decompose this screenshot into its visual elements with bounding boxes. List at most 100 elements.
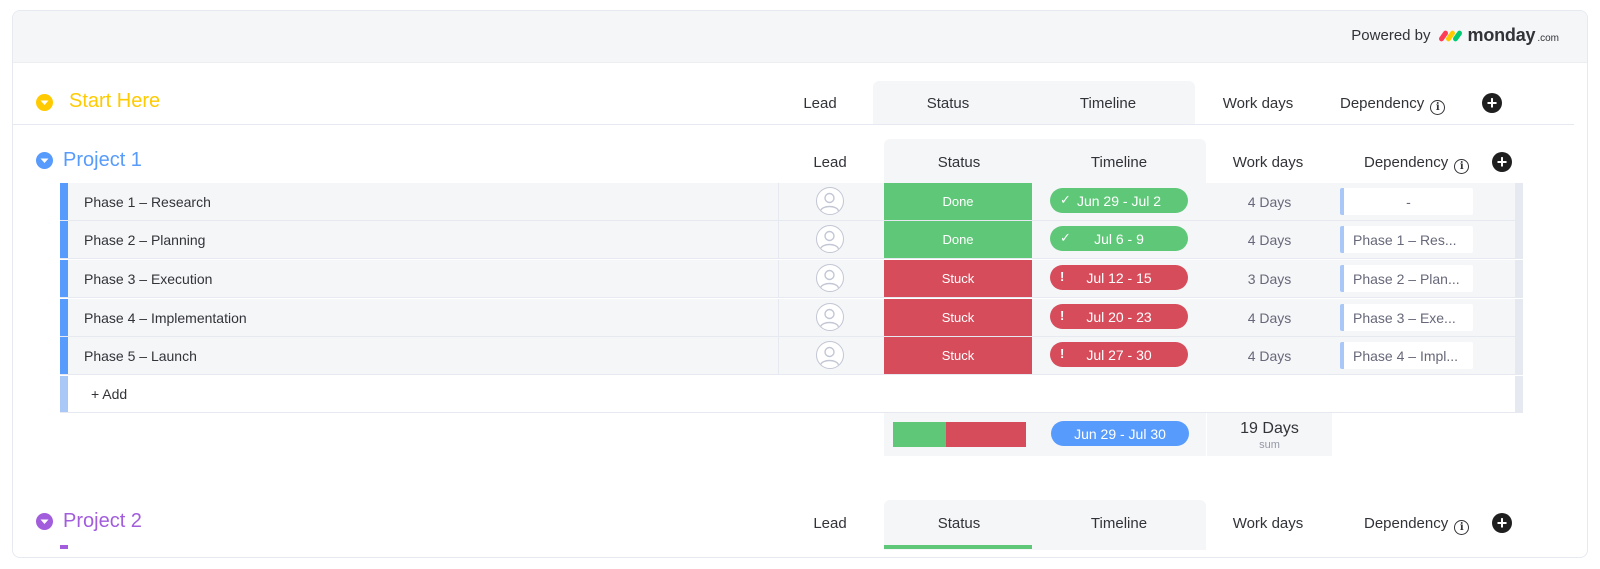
powered-by-label: Powered by xyxy=(1351,27,1431,44)
column-header-dependency[interactable]: Dependency i xyxy=(1364,154,1494,174)
column-header-dependency[interactable]: Dependency i xyxy=(1364,515,1494,535)
collapse-caret-icon[interactable] xyxy=(36,152,53,169)
collapse-caret-icon[interactable] xyxy=(36,513,53,530)
status-edge xyxy=(1022,221,1032,258)
column-header-lead[interactable]: Lead xyxy=(800,154,860,171)
lead-cell[interactable] xyxy=(778,299,883,336)
group-title-start-here[interactable]: Start Here xyxy=(69,90,160,113)
group-color-bar xyxy=(60,299,68,336)
status-peek xyxy=(884,545,1032,549)
group-title-project-2[interactable]: Project 2 xyxy=(63,510,142,533)
avatar-placeholder-icon[interactable] xyxy=(816,187,844,215)
item-name[interactable]: Phase 2 – Planning xyxy=(84,232,205,248)
dependency-label: Dependency xyxy=(1364,154,1449,171)
column-header-dependency[interactable]: Dependency i xyxy=(1340,95,1470,115)
column-header-work-days[interactable]: Work days xyxy=(1208,515,1328,532)
group-title-project-1[interactable]: Project 1 xyxy=(63,149,142,172)
timeline-value: Jul 20 - 23 xyxy=(1086,308,1152,325)
work-days-sum-caption: sum xyxy=(1259,439,1280,451)
column-header-timeline[interactable]: Timeline xyxy=(1059,515,1179,532)
group-color-bar xyxy=(60,221,68,258)
lead-cell[interactable] xyxy=(778,183,883,220)
status-cell[interactable]: Done xyxy=(884,183,1032,220)
column-header-lead[interactable]: Lead xyxy=(800,515,860,532)
status-summary-segment-done[interactable] xyxy=(893,422,947,447)
avatar-placeholder-icon[interactable] xyxy=(816,341,844,369)
dependency-cell[interactable]: Phase 3 – Exe... xyxy=(1340,304,1473,331)
info-icon[interactable]: i xyxy=(1454,159,1470,174)
warning-icon: ! xyxy=(1060,308,1065,323)
table-row[interactable]: Phase 2 – Planning Done ✓ Jul 6 - 9 4 Day… xyxy=(60,221,1523,259)
timeline-value: Jul 27 - 30 xyxy=(1086,346,1152,363)
column-header-timeline[interactable]: Timeline xyxy=(1048,95,1168,112)
column-header-timeline[interactable]: Timeline xyxy=(1059,154,1179,171)
timeline-pill[interactable]: ✓ Jun 29 - Jul 2 xyxy=(1050,188,1188,213)
lead-cell[interactable] xyxy=(778,221,883,258)
group-color-bar xyxy=(60,260,68,297)
item-name[interactable]: Phase 1 – Research xyxy=(84,194,211,210)
table-row[interactable]: Phase 4 – Implementation Stuck ! Jul 20 -… xyxy=(60,299,1523,337)
dependency-cell[interactable]: Phase 2 – Plan... xyxy=(1340,265,1473,292)
add-item-row[interactable]: + Add xyxy=(60,376,1523,413)
timeline-pill[interactable]: ! Jul 12 - 15 xyxy=(1050,265,1188,290)
add-column-icon[interactable]: + xyxy=(1482,93,1502,113)
status-edge xyxy=(1022,337,1032,374)
status-cell[interactable]: Stuck xyxy=(884,260,1032,297)
work-days-cell[interactable]: 3 Days xyxy=(1207,260,1332,297)
work-days-summary[interactable]: 19 Days sum xyxy=(1207,413,1332,456)
row-end xyxy=(1515,299,1523,336)
work-days-cell[interactable]: 4 Days xyxy=(1207,221,1332,258)
group-color-bar xyxy=(60,376,68,412)
lead-cell[interactable] xyxy=(778,337,883,374)
timeline-pill[interactable]: ✓ Jul 6 - 9 xyxy=(1050,226,1188,251)
avatar-placeholder-icon[interactable] xyxy=(816,303,844,331)
table-row[interactable]: Phase 5 – Launch Stuck ! Jul 27 - 30 4 Da… xyxy=(60,337,1523,375)
avatar-placeholder-icon[interactable] xyxy=(816,225,844,253)
info-icon[interactable]: i xyxy=(1430,100,1446,115)
add-item-button[interactable]: + Add xyxy=(91,386,127,402)
timeline-pill[interactable]: ! Jul 27 - 30 xyxy=(1050,342,1188,367)
divider xyxy=(12,124,1574,125)
top-bar: Powered by monday .com xyxy=(13,11,1587,63)
table-row[interactable]: Phase 1 – Research Done ✓ Jun 29 - Jul 2 … xyxy=(60,183,1523,221)
work-days-cell[interactable]: 4 Days xyxy=(1207,183,1332,220)
check-icon: ✓ xyxy=(1060,230,1071,245)
dependency-cell[interactable]: - xyxy=(1340,188,1473,215)
dependency-label: Dependency xyxy=(1340,95,1425,112)
warning-icon: ! xyxy=(1060,346,1065,361)
collapse-caret-icon[interactable] xyxy=(36,94,53,111)
timeline-value: Jul 12 - 15 xyxy=(1086,269,1152,286)
column-header-status[interactable]: Status xyxy=(888,95,1008,112)
status-cell[interactable]: Done xyxy=(884,221,1032,258)
dependency-cell[interactable]: Phase 4 – Impl... xyxy=(1340,342,1473,369)
lead-cell[interactable] xyxy=(778,260,883,297)
column-header-work-days[interactable]: Work days xyxy=(1208,154,1328,171)
work-days-cell[interactable]: 4 Days xyxy=(1207,337,1332,374)
item-name[interactable]: Phase 5 – Launch xyxy=(84,348,197,364)
dependency-cell[interactable]: Phase 1 – Res... xyxy=(1340,226,1473,253)
table-row[interactable]: Phase 3 – Execution Stuck ! Jul 12 - 15 3… xyxy=(60,260,1523,298)
status-summary-segment-stuck[interactable] xyxy=(946,422,1026,447)
powered-by[interactable]: Powered by monday .com xyxy=(1351,25,1559,46)
column-header-status[interactable]: Status xyxy=(899,154,1019,171)
row-end xyxy=(1515,376,1523,412)
column-header-lead[interactable]: Lead xyxy=(790,95,850,112)
status-summary-bar[interactable] xyxy=(893,422,1026,447)
status-cell[interactable]: Stuck xyxy=(884,299,1032,336)
add-column-icon[interactable]: + xyxy=(1492,152,1512,172)
column-header-work-days[interactable]: Work days xyxy=(1198,95,1318,112)
status-cell[interactable]: Stuck xyxy=(884,337,1032,374)
item-name[interactable]: Phase 4 – Implementation xyxy=(84,310,247,326)
item-name[interactable]: Phase 3 – Execution xyxy=(84,271,212,287)
avatar-placeholder-icon[interactable] xyxy=(816,264,844,292)
timeline-summary-pill[interactable]: Jun 29 - Jul 30 xyxy=(1051,421,1189,446)
work-days-sum: 19 Days xyxy=(1240,420,1299,437)
brand-suffix: .com xyxy=(1537,33,1559,44)
brand-name: monday xyxy=(1467,25,1536,45)
column-header-status[interactable]: Status xyxy=(899,515,1019,532)
timeline-pill[interactable]: ! Jul 20 - 23 xyxy=(1050,304,1188,329)
info-icon[interactable]: i xyxy=(1454,520,1470,535)
status-edge xyxy=(1022,183,1032,220)
add-column-icon[interactable]: + xyxy=(1492,513,1512,533)
work-days-cell[interactable]: 4 Days xyxy=(1207,299,1332,336)
